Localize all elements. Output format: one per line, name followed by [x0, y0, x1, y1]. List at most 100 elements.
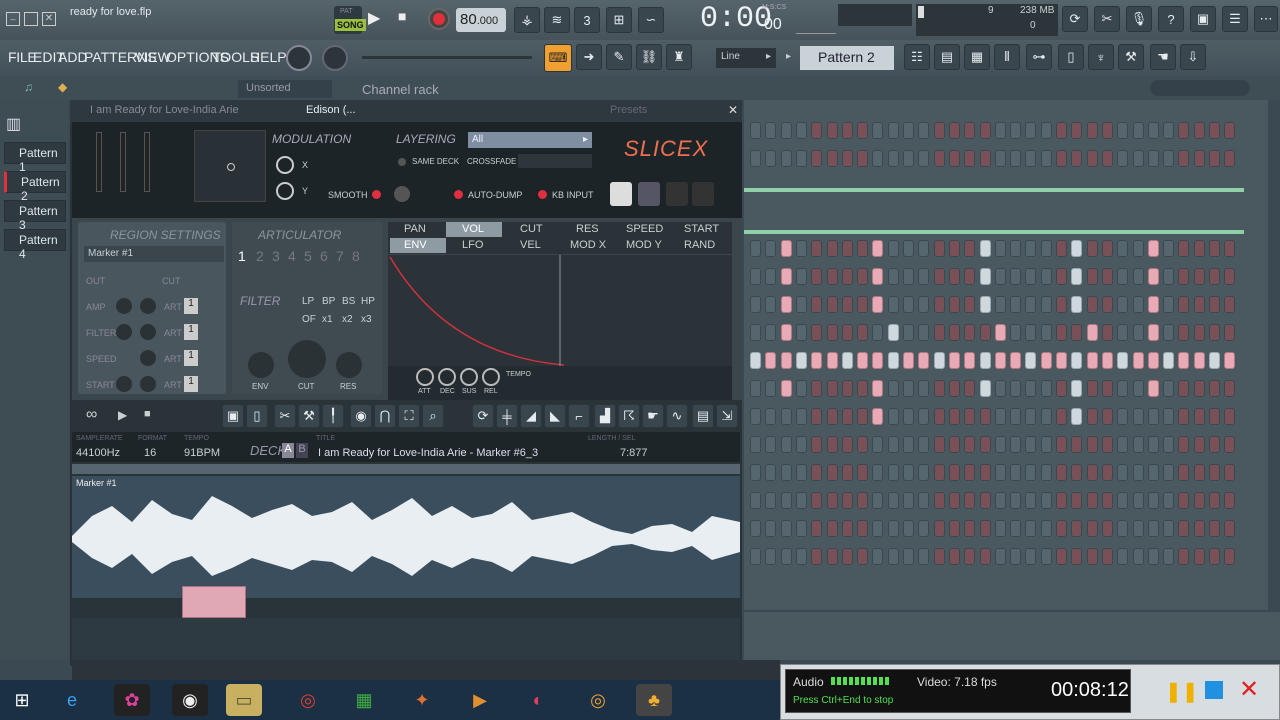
step-button[interactable]: [964, 122, 976, 139]
step-button[interactable]: [795, 352, 807, 369]
step-button[interactable]: [994, 548, 1006, 565]
step-button[interactable]: [1117, 268, 1129, 285]
step-button[interactable]: [948, 492, 960, 509]
step-button[interactable]: [1209, 520, 1220, 537]
amp-knob[interactable]: [116, 298, 132, 314]
step-button[interactable]: [1086, 548, 1098, 565]
step-button[interactable]: [1178, 324, 1190, 341]
step-button[interactable]: [841, 240, 853, 257]
step-button[interactable]: [918, 352, 930, 369]
step-button[interactable]: [1163, 268, 1175, 285]
step-button[interactable]: [1209, 268, 1220, 285]
restore-button[interactable]: [24, 12, 38, 26]
step-button[interactable]: [1209, 240, 1220, 257]
step-button[interactable]: [841, 548, 853, 565]
close-icon[interactable]: ✕: [728, 103, 738, 117]
edison-play-icon[interactable]: ▶: [118, 408, 127, 422]
step-button[interactable]: [765, 296, 777, 313]
step-button[interactable]: [841, 122, 853, 139]
step-button[interactable]: [811, 296, 823, 313]
step-button[interactable]: [1193, 352, 1205, 369]
step-button[interactable]: [795, 464, 807, 481]
step-button[interactable]: [1040, 408, 1052, 425]
step-button[interactable]: [1132, 520, 1144, 537]
step-button[interactable]: [795, 380, 807, 397]
step-button[interactable]: [1086, 464, 1098, 481]
step-button[interactable]: [1025, 548, 1037, 565]
close-record-icon[interactable]: ✕: [1239, 675, 1259, 704]
mic-icon[interactable]: 🎙: [1126, 6, 1152, 32]
step-button[interactable]: [994, 352, 1006, 369]
step-button[interactable]: [979, 408, 991, 425]
step-button[interactable]: [811, 520, 823, 537]
step-button[interactable]: [1163, 408, 1175, 425]
step-button[interactable]: [765, 548, 777, 565]
pattern-selector[interactable]: Pattern 2: [800, 46, 894, 70]
video-player-icon[interactable]: ▶: [462, 684, 498, 716]
step-button[interactable]: [1147, 268, 1159, 285]
step-button[interactable]: [994, 122, 1006, 139]
step-button[interactable]: [1224, 268, 1236, 285]
step-button[interactable]: [964, 548, 976, 565]
step-button[interactable]: [887, 436, 899, 453]
close-button[interactable]: ✕: [42, 12, 56, 26]
step-button[interactable]: [979, 150, 991, 167]
step-button[interactable]: [1071, 436, 1083, 453]
step-button[interactable]: [811, 408, 823, 425]
step-button[interactable]: [1132, 548, 1144, 565]
step-button[interactable]: [1101, 324, 1113, 341]
step-button[interactable]: [1056, 548, 1067, 565]
step-button[interactable]: [1178, 548, 1190, 565]
step-button[interactable]: [903, 380, 914, 397]
step-button[interactable]: [918, 268, 930, 285]
step-button[interactable]: [750, 352, 761, 369]
step-button[interactable]: [1209, 492, 1220, 509]
step-button[interactable]: [872, 464, 884, 481]
start-knob[interactable]: [116, 376, 132, 392]
step-button[interactable]: [780, 150, 792, 167]
res-knob[interactable]: [336, 352, 362, 378]
step-button[interactable]: [1117, 296, 1129, 313]
step-button[interactable]: [1147, 240, 1159, 257]
step-button[interactable]: [1101, 240, 1113, 257]
step-button[interactable]: [811, 324, 823, 341]
step-button[interactable]: [1132, 380, 1144, 397]
online-icon[interactable]: ⟳: [1062, 6, 1088, 32]
step-button[interactable]: [1025, 436, 1037, 453]
step-button[interactable]: [1117, 436, 1129, 453]
step-button[interactable]: [1193, 436, 1205, 453]
step-button[interactable]: [887, 520, 899, 537]
speed-art-num[interactable]: 1: [184, 350, 198, 366]
master-volume-knob[interactable]: [286, 45, 312, 71]
articulator-2[interactable]: 2: [256, 248, 264, 264]
step-button[interactable]: [1163, 492, 1175, 509]
step-button[interactable]: [948, 464, 960, 481]
env-knob[interactable]: [248, 352, 274, 378]
disk-icon[interactable]: ▤: [692, 404, 714, 428]
step-button[interactable]: [765, 268, 777, 285]
step-button[interactable]: [903, 548, 914, 565]
step-button[interactable]: [1193, 324, 1205, 341]
step-button[interactable]: [1117, 380, 1129, 397]
mode-button-1[interactable]: [610, 182, 632, 206]
plugin-icon[interactable]: ♆: [1088, 44, 1114, 70]
step-button[interactable]: [887, 548, 899, 565]
tab-pan[interactable]: PAN: [404, 223, 426, 235]
tab-rand[interactable]: RAND: [684, 239, 715, 251]
step-button[interactable]: [857, 122, 869, 139]
step-button[interactable]: [750, 296, 761, 313]
step-button[interactable]: [948, 240, 960, 257]
step-button[interactable]: [1224, 324, 1236, 341]
step-button[interactable]: [841, 268, 853, 285]
step-button[interactable]: [1101, 150, 1113, 167]
step-button[interactable]: [1086, 408, 1098, 425]
step-button[interactable]: [780, 296, 792, 313]
step-button[interactable]: [750, 436, 761, 453]
step-button[interactable]: [1193, 408, 1205, 425]
presets-button[interactable]: Presets: [610, 104, 647, 116]
step-button[interactable]: [887, 324, 899, 341]
refresh-icon[interactable]: ⟳: [472, 404, 494, 428]
step-button[interactable]: [964, 520, 976, 537]
step-button[interactable]: [826, 492, 838, 509]
step-button[interactable]: [795, 408, 807, 425]
